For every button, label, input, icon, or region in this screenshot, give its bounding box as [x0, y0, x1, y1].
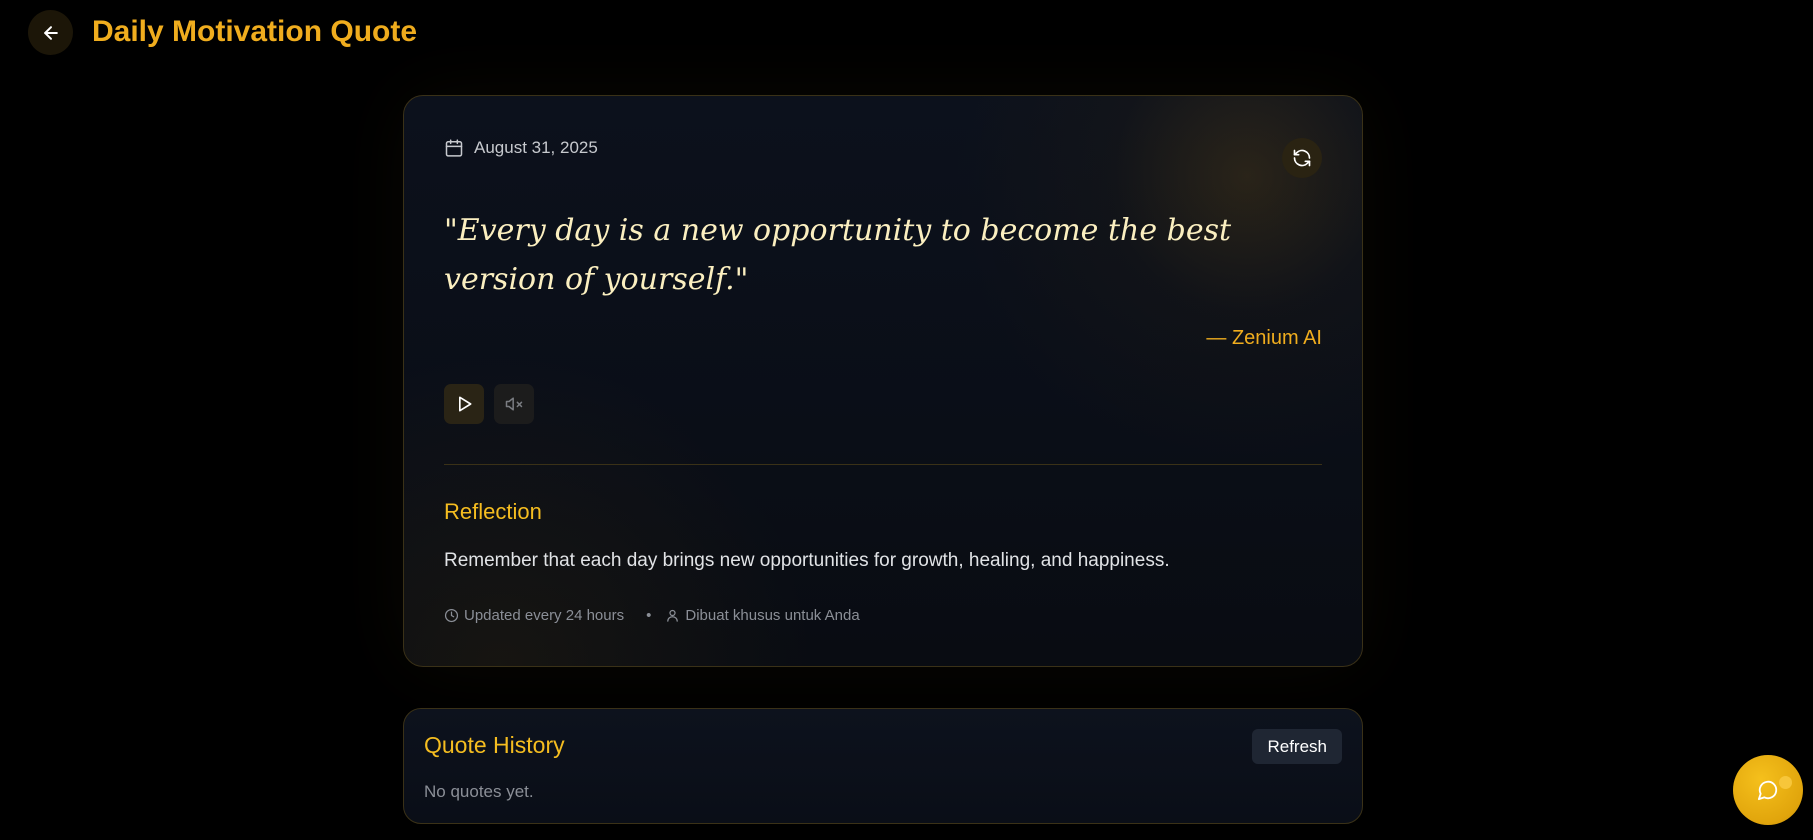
reflection-title: Reflection — [444, 499, 542, 524]
refresh-icon — [1293, 149, 1311, 167]
reflection-text: Remember that each day brings new opport… — [444, 550, 1170, 571]
history-title: Quote History — [424, 732, 565, 758]
history-refresh-button[interactable]: Refresh — [1252, 729, 1342, 764]
mute-button[interactable] — [494, 384, 534, 424]
quote-text: "Every day is a new opportunity to becom… — [444, 213, 1232, 297]
meta-row: Updated every 24 hours • Dibuat khusus u… — [444, 607, 860, 624]
quote-history-card: Quote History Refresh No quotes yet. — [403, 708, 1363, 824]
refresh-quote-button[interactable] — [1282, 138, 1322, 178]
quote-date: August 31, 2025 — [474, 138, 598, 157]
divider — [444, 464, 1322, 465]
update-info: Updated every 24 hours — [444, 607, 624, 624]
volume-mute-icon — [505, 397, 523, 411]
chat-icon — [1757, 780, 1778, 801]
play-button[interactable] — [444, 384, 484, 424]
update-text: Updated every 24 hours — [464, 607, 625, 624]
page-title: Daily Motivation Quote — [92, 15, 418, 48]
calendar-icon — [445, 139, 463, 157]
quote-author: — Zenium AI — [1206, 327, 1322, 349]
notification-dot — [1779, 776, 1792, 789]
date-row: August 31, 2025 — [444, 138, 598, 158]
arrow-left-icon — [43, 25, 58, 40]
history-empty-text: No quotes yet. — [424, 782, 534, 801]
personal-text: Dibuat khusus untuk Anda — [685, 607, 860, 624]
clock-icon — [444, 608, 459, 623]
play-icon — [459, 396, 472, 412]
meta-separator: • — [646, 607, 652, 624]
chat-button[interactable] — [1733, 755, 1803, 825]
back-button[interactable] — [28, 10, 73, 55]
quote-card: August 31, 2025 "Every day is a new oppo… — [403, 95, 1363, 667]
personal-info: Dibuat khusus untuk Anda — [665, 607, 860, 624]
user-icon — [667, 609, 679, 622]
